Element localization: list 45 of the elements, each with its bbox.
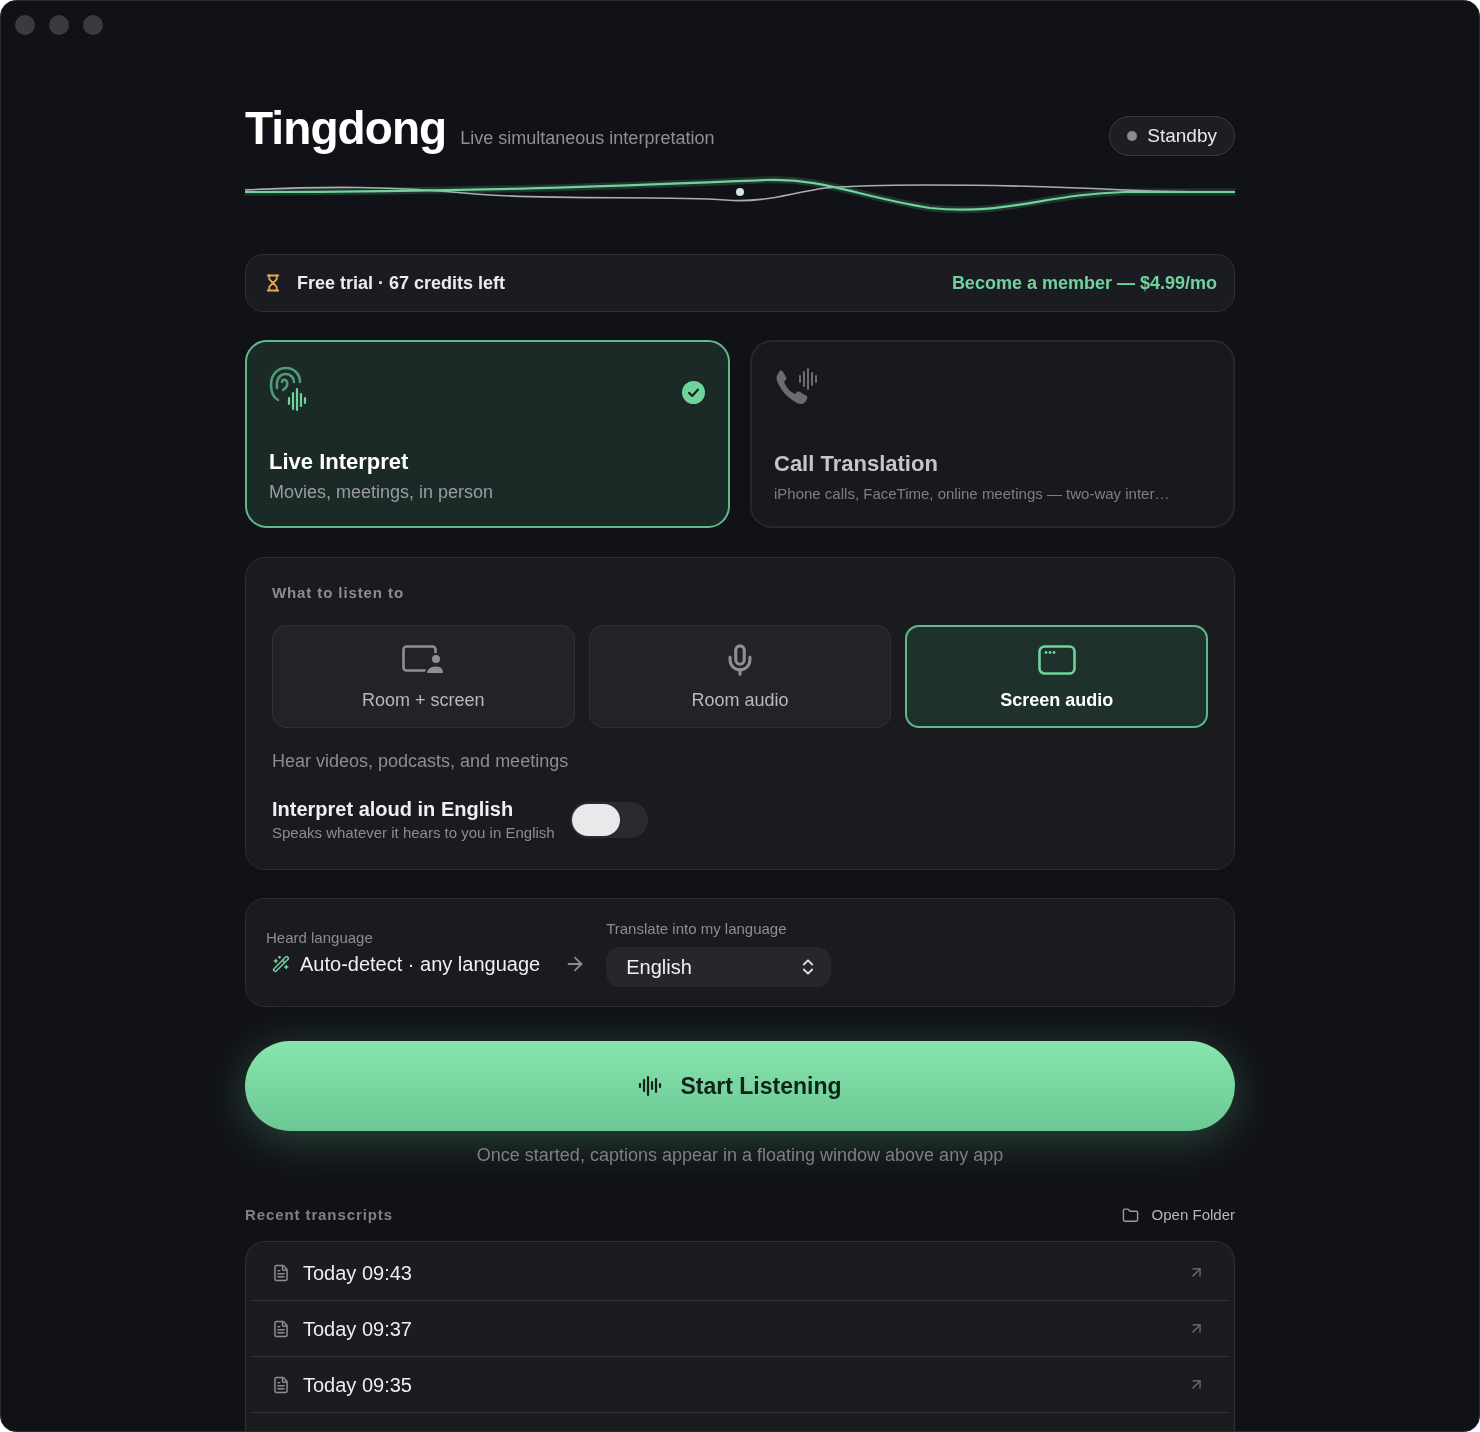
transcript-item[interactable]: Today 09:35 — [251, 1357, 1229, 1413]
field-label: Translate into my language — [606, 918, 788, 939]
toggle-switch[interactable] — [569, 801, 648, 838]
monitor-person-icon — [402, 644, 445, 675]
section-heading: What to listen to — [272, 583, 405, 603]
magic-wand-icon — [272, 954, 290, 973]
app-subtitle: Live simultaneous interpretation — [460, 127, 715, 150]
language-select[interactable]: English — [606, 946, 832, 987]
document-icon — [272, 1375, 290, 1394]
ear-soundwave-icon — [269, 366, 309, 412]
source-option[interactable]: Room + screen — [272, 625, 575, 728]
start-listening-button[interactable]: Start Listening — [245, 1041, 1235, 1131]
open-folder-button[interactable]: Open Folder — [1121, 1205, 1235, 1225]
close-button[interactable] — [15, 15, 35, 35]
mode-description: iPhone calls, FaceTime, online meetings — two-way inter… — [774, 484, 1171, 504]
field-label: Heard language — [266, 927, 374, 948]
minimize-button[interactable] — [49, 15, 69, 35]
start-caption: Once started, captions appear in a floating window above any app — [475, 1144, 1005, 1167]
zoom-button[interactable] — [83, 15, 103, 35]
source-hint: Hear videos, podcasts, and meetings — [272, 750, 570, 773]
mode-card[interactable]: Live Interpret Movies, meetings, in person — [245, 340, 730, 528]
mode-card[interactable]: Call Translation iPhone calls, FaceTime, online meetings — two-way inter… — [750, 340, 1235, 528]
phone-soundwave-icon — [774, 366, 820, 406]
mode-title: Call Translation — [774, 450, 939, 478]
mode-title: Live Interpret — [269, 448, 410, 476]
heard-language-value: Auto-detect · any language — [300, 951, 541, 977]
status-label: Standby — [1147, 123, 1217, 148]
folder-icon — [1121, 1206, 1139, 1224]
hourglass-icon — [264, 274, 282, 292]
section-heading: Recent transcripts — [245, 1205, 393, 1225]
setting-label: Interpret aloud in English — [272, 797, 515, 822]
source-option[interactable]: Screen audio — [905, 625, 1208, 728]
app-title: Tingdong — [245, 101, 447, 156]
membership-link[interactable]: Become a member — $4.99/mo — [951, 269, 1217, 297]
source-option[interactable]: Room audio — [588, 625, 892, 728]
audio-lines-icon — [638, 1074, 663, 1098]
document-icon — [272, 1319, 290, 1338]
app-window-icon — [1037, 644, 1076, 675]
transcript-item[interactable]: Today 09:43 — [251, 1245, 1229, 1301]
mode-description: Movies, meetings, in person — [269, 481, 495, 504]
trial-status: Free trial · 67 credits left — [297, 271, 506, 295]
document-icon — [272, 1263, 290, 1282]
transcript-item[interactable]: Today 09:37 — [251, 1301, 1229, 1357]
check-icon — [682, 381, 705, 404]
setting-description: Speaks whatever it hears to you in English — [272, 823, 555, 843]
